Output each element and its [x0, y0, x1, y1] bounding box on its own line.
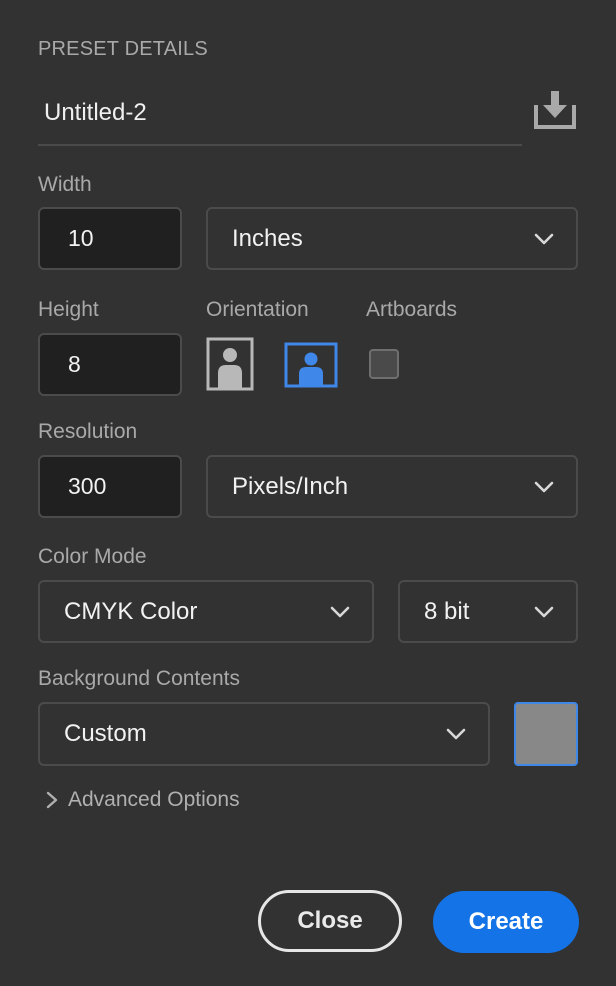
chevron-down-icon [534, 481, 554, 492]
resolution-unit-value: Pixels/Inch [232, 472, 349, 500]
background-contents-label: Background Contents [38, 667, 240, 690]
width-label: Width [38, 173, 92, 196]
chevron-down-icon [534, 606, 554, 617]
chevron-right-icon [46, 791, 58, 809]
resolution-unit-dropdown[interactable]: Pixels/Inch [206, 455, 578, 518]
orientation-portrait-button[interactable] [205, 337, 255, 391]
chevron-down-icon [446, 728, 466, 740]
section-title: PRESET DETAILS [38, 38, 208, 60]
background-contents-value: Custom [64, 720, 147, 747]
width-unit-dropdown[interactable]: Inches [206, 207, 578, 270]
chevron-down-icon [330, 606, 350, 617]
width-input[interactable]: 10 [38, 207, 182, 270]
background-contents-dropdown[interactable]: Custom [38, 702, 490, 766]
width-unit-value: Inches [232, 224, 303, 252]
height-label: Height [38, 298, 99, 321]
portrait-orientation-icon [206, 337, 254, 391]
resolution-label: Resolution [38, 420, 138, 443]
bit-depth-value: 8 bit [424, 597, 470, 625]
resolution-input[interactable]: 300 [38, 455, 182, 518]
preset-name-input[interactable]: Untitled-2 [44, 99, 147, 127]
save-preset-icon [534, 91, 576, 129]
create-button[interactable]: Create [433, 891, 579, 953]
advanced-options-label: Advanced Options [68, 788, 240, 811]
preset-name-underline [38, 144, 522, 146]
advanced-options-toggle[interactable]: Advanced Options [46, 788, 240, 812]
save-preset-button[interactable] [531, 88, 579, 132]
bit-depth-dropdown[interactable]: 8 bit [398, 580, 578, 643]
color-mode-label: Color Mode [38, 545, 147, 568]
color-mode-value: CMYK Color [64, 597, 198, 625]
height-input[interactable]: 8 [38, 333, 182, 396]
background-color-swatch[interactable] [514, 702, 578, 766]
chevron-down-icon [534, 233, 554, 244]
orientation-landscape-button[interactable] [284, 341, 338, 389]
close-button[interactable]: Close [258, 890, 402, 952]
orientation-label: Orientation [206, 298, 309, 321]
artboards-label: Artboards [366, 298, 458, 321]
color-mode-dropdown[interactable]: CMYK Color [38, 580, 374, 643]
artboards-checkbox[interactable] [369, 349, 399, 379]
new-document-preset-panel: PRESET DETAILS Untitled-2 Width 10 Inche… [0, 0, 616, 986]
landscape-orientation-icon [284, 342, 338, 388]
